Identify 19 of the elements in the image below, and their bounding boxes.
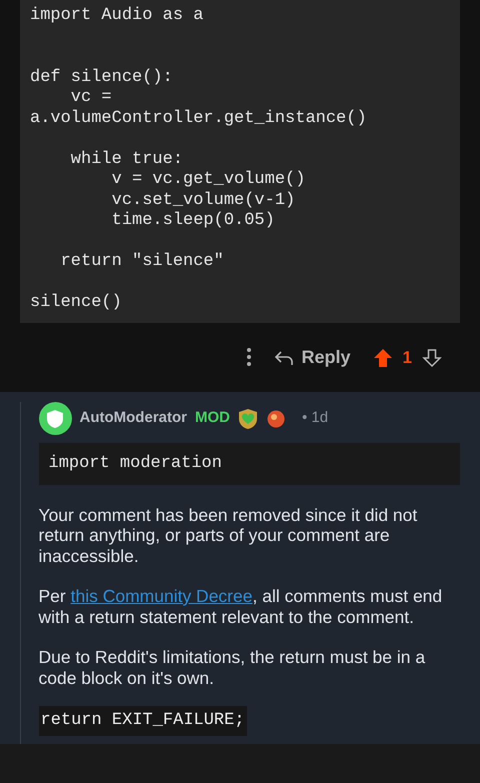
avatar[interactable] xyxy=(38,402,72,435)
shield-award-icon xyxy=(238,408,258,430)
comment-paragraph: Due to Reddit's limitations, the return must be in a code block on it's own. xyxy=(38,647,426,688)
comment-age: • 1d xyxy=(302,408,328,428)
link[interactable]: this Community Decree xyxy=(70,586,252,606)
upvote-icon[interactable] xyxy=(372,348,393,368)
gem-award-icon xyxy=(266,408,286,428)
vote-score: 1 xyxy=(402,346,412,369)
code-text: import Audio as a def silence(): vc = a.volumeController.get_instance() while true: v = vc.get_volume() vc.set_volume(v-1) time.sleep(0.05) return "silence" silence() xyxy=(30,6,368,314)
downvote-icon[interactable] xyxy=(422,348,442,368)
code-block: import moderation xyxy=(38,443,460,484)
comment-paragraph: Per this Community Decree, all comments must end with a return statement relevant to the comment. xyxy=(38,586,444,627)
inline-code: return EXIT_FAILURE; xyxy=(38,706,247,736)
more-options-icon[interactable] xyxy=(246,347,252,368)
author-name[interactable]: AutoModerator xyxy=(80,407,187,430)
reply-button[interactable]: Reply xyxy=(274,344,351,371)
mod-flair: MOD xyxy=(195,408,230,428)
comment-paragraph: Your comment has been removed since it did not return anything, or parts of your comment are inaccessible. xyxy=(38,504,418,566)
reply-arrow-icon xyxy=(274,350,294,366)
